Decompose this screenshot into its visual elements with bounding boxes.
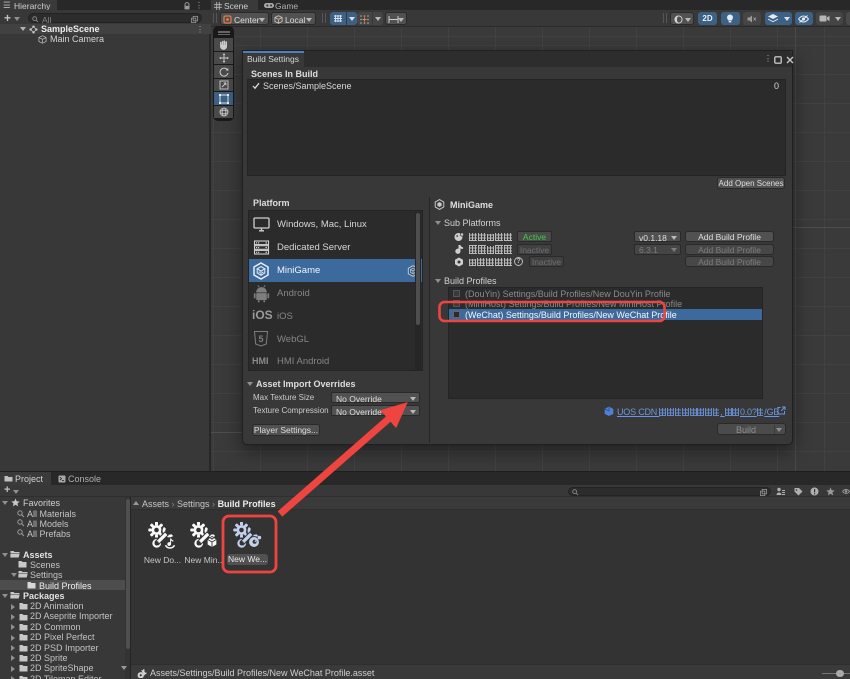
svg-text:5: 5 <box>258 334 263 344</box>
